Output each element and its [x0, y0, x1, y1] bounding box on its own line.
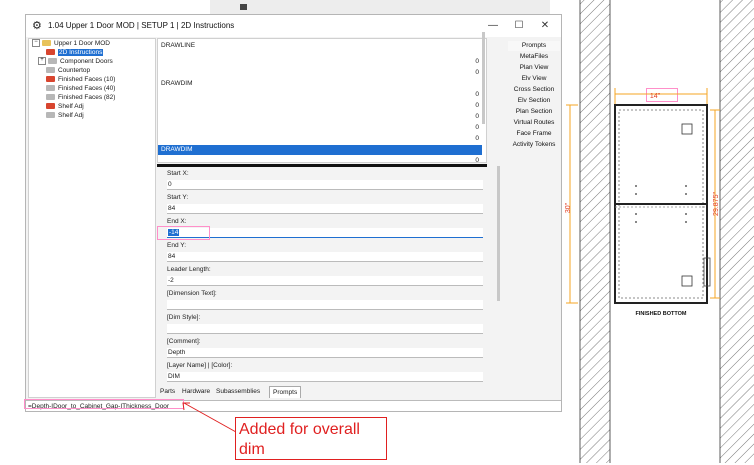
annotation-text: Added for overall dim — [239, 421, 360, 458]
list-item[interactable]: 0 — [158, 123, 482, 133]
right-wall-hatch — [720, 0, 754, 463]
plan-view-button[interactable]: Plan View — [508, 63, 560, 73]
page-icon — [46, 67, 55, 74]
tree-item-component-doors[interactable]: + Component Doors — [38, 57, 155, 66]
folder-icon — [42, 40, 51, 47]
prompts-button[interactable]: Prompts — [508, 41, 560, 51]
activity-tokens-button[interactable]: Activity Tokens — [508, 140, 560, 150]
list-item-selected[interactable]: DRAWDIM — [158, 145, 482, 155]
list-scrollbar[interactable] — [482, 32, 485, 124]
list-item[interactable]: 0 — [158, 90, 482, 100]
annotation-arrow — [182, 402, 237, 433]
start-y-field[interactable]: 84 — [167, 204, 483, 214]
elv-section-button[interactable]: Elv Section — [508, 96, 560, 106]
dimension-text-label: [Dimension Text]: — [167, 290, 217, 297]
tab-parts[interactable]: Parts — [157, 386, 178, 397]
tree-item-finished-faces-10[interactable]: Finished Faces (10) — [46, 75, 155, 84]
end-y-field[interactable]: 84 — [167, 252, 483, 262]
background-window-strip — [210, 0, 550, 14]
tree-item-shelf-adj-2[interactable]: Shelf Adj — [46, 111, 155, 120]
tab-prompts[interactable]: Prompts — [269, 386, 302, 398]
object-tree[interactable]: − Upper 1 Door MOD 2D Instructions + Compo… — [28, 38, 156, 398]
cabinet-drawing: 14" 30" 29.875" FINISHED BOTTOM — [564, 0, 754, 463]
left-wall-hatch — [580, 0, 610, 463]
cabinet-drawing-svg: 14" 30" 29.875" FINISHED BOTTOM — [565, 0, 754, 463]
left-height-dimension-label: 30" — [565, 202, 572, 213]
start-x-field[interactable]: 0 — [167, 180, 483, 190]
page-icon — [46, 112, 55, 119]
gear-icon: ⚙ — [32, 20, 42, 32]
tree-item-finished-faces-82[interactable]: Finished Faces (82) — [46, 93, 155, 102]
list-item[interactable]: DRAWLINE — [158, 41, 482, 51]
comment-field[interactable]: Depth — [167, 348, 483, 358]
finished-bottom-caption: FINISHED BOTTOM — [636, 311, 687, 317]
end-x-label: End X: — [167, 218, 187, 225]
tab-bar: Parts Hardware Subassemblies Prompts — [157, 385, 487, 398]
leader-length-label: Leader Length: — [167, 266, 211, 273]
comment-label: [Comment]: — [167, 338, 201, 345]
title-bar[interactable]: ⚙ 1.04 Upper 1 Door MOD | SETUP 1 | 2D I… — [26, 15, 561, 37]
dim-style-label: [Dim Style]: — [167, 314, 201, 321]
virtual-routes-button[interactable]: Virtual Routes — [508, 118, 560, 128]
collapse-toggle[interactable]: − — [32, 39, 40, 48]
list-item[interactable]: DRAWDIM — [158, 79, 482, 89]
window-title: 1.04 Upper 1 Door MOD | SETUP 1 | 2D Ins… — [48, 21, 235, 30]
red-page-icon — [46, 76, 55, 83]
annotation-note: Added for overall dim — [235, 417, 387, 460]
layer-color-label: [Layer Name] | [Color]: — [167, 362, 233, 369]
leader-length-field[interactable]: -2 — [167, 276, 483, 286]
page-icon — [46, 94, 55, 101]
list-item[interactable]: 0 — [158, 112, 482, 122]
instruction-list[interactable]: DRAWLINE 0 0 DRAWDIM 0 0 0 0 0 DRAWDIM 0 — [157, 38, 487, 164]
formula-highlight — [24, 399, 184, 409]
close-button[interactable]: ✕ — [534, 18, 556, 34]
expand-toggle[interactable]: + — [38, 57, 46, 66]
tree-root[interactable]: − Upper 1 Door MOD — [32, 39, 155, 48]
list-item[interactable]: 0 — [158, 57, 482, 67]
end-y-label: End Y: — [167, 242, 187, 249]
width-dimension-label: 14" — [650, 93, 661, 100]
tree-item-finished-faces-40[interactable]: Finished Faces (40) — [46, 84, 155, 93]
face-frame-button[interactable]: Face Frame — [508, 129, 560, 139]
layer-color-field[interactable]: DIM — [167, 372, 483, 382]
props-scrollbar[interactable] — [497, 166, 500, 301]
plan-section-button[interactable]: Plan Section — [508, 107, 560, 117]
list-item[interactable]: 0 — [158, 101, 482, 111]
end-x-highlight — [157, 226, 210, 240]
right-height-dimension-label: 29.875" — [713, 192, 720, 216]
tab-subassemblies[interactable]: Subassemblies — [213, 386, 263, 397]
page-icon — [46, 85, 55, 92]
cross-section-button[interactable]: Cross Section — [508, 85, 560, 95]
dim-style-field[interactable] — [167, 324, 483, 334]
red-page-icon — [46, 49, 55, 56]
dimension-text-field[interactable] — [167, 300, 483, 310]
red-page-icon — [46, 103, 55, 110]
tab-hardware[interactable]: Hardware — [179, 386, 213, 397]
list-item[interactable]: 0 — [158, 134, 482, 144]
elv-view-button[interactable]: Elv View — [508, 74, 560, 84]
metafiles-button[interactable]: MetaFiles — [508, 52, 560, 62]
folder-icon — [48, 58, 57, 65]
maximize-button[interactable]: ☐ — [508, 18, 530, 34]
end-x-field[interactable]: -14 — [167, 228, 483, 238]
tree-item-2d-instructions[interactable]: 2D Instructions — [46, 48, 155, 57]
property-editor: Start X: 0 Start Y: 84 End X: -14 End Y:… — [157, 164, 487, 383]
tree-item-shelf-adj[interactable]: Shelf Adj — [46, 102, 155, 111]
start-x-label: Start X: — [167, 170, 189, 177]
tree-item-countertop[interactable]: Countertop — [46, 66, 155, 75]
minimize-button[interactable]: — — [482, 18, 504, 34]
start-y-label: Start Y: — [167, 194, 189, 201]
list-item[interactable]: 0 — [158, 68, 482, 78]
background-window-mark — [240, 4, 247, 10]
